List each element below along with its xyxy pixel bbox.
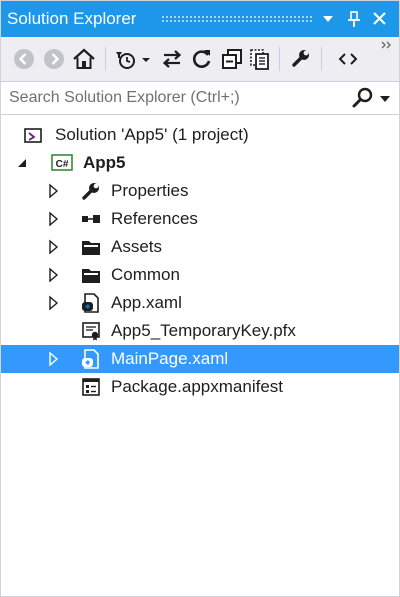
csharp-project-icon: C# [51, 153, 73, 173]
refresh-button[interactable] [189, 46, 215, 72]
dropdown-arrow-icon [142, 58, 150, 62]
dropdown-arrow-icon [323, 16, 333, 22]
tree-item-temporary-key[interactable]: App5_TemporaryKey.pfx [1, 317, 399, 345]
collapse-all-button[interactable] [219, 46, 245, 72]
item-label: Package.appxmanifest [111, 377, 283, 396]
certificate-icon [81, 321, 101, 341]
collapsed-arrow-icon[interactable] [47, 211, 61, 227]
home-button[interactable] [71, 46, 97, 72]
manifest-icon [81, 377, 101, 397]
forward-button[interactable] [41, 46, 67, 72]
wrench-icon [81, 181, 101, 201]
search-icon [352, 87, 373, 108]
overflow-chevron-icon [381, 41, 391, 49]
toolbar-separator [321, 47, 322, 71]
close-icon [373, 12, 386, 25]
show-all-files-button[interactable] [247, 46, 273, 72]
toolbar-separator [105, 47, 106, 71]
pin-icon [348, 11, 360, 27]
show-all-files-icon [250, 49, 269, 70]
drag-grip[interactable] [161, 15, 313, 23]
forward-arrow-icon [44, 49, 64, 69]
xaml-file-icon [81, 349, 101, 369]
properties-wrench-icon [292, 50, 309, 67]
tree-item-references[interactable]: References [1, 205, 399, 233]
toolbar-overflow-button[interactable] [379, 39, 393, 65]
window-position-dropdown-button[interactable] [317, 7, 339, 31]
collapsed-arrow-icon[interactable] [47, 351, 61, 367]
search-button[interactable] [351, 86, 375, 110]
collapsed-arrow-icon[interactable] [47, 267, 61, 283]
auto-hide-pin-button[interactable] [343, 7, 365, 31]
clock-filter-icon [116, 52, 135, 69]
toolbar [1, 37, 399, 81]
search-bar [1, 81, 399, 115]
item-label: Properties [111, 181, 189, 200]
collapsed-arrow-icon[interactable] [47, 239, 61, 255]
tree-item-solution[interactable]: Solution 'App5' (1 project) [1, 121, 399, 149]
item-label: App.xaml [111, 293, 182, 312]
close-button[interactable] [369, 7, 391, 31]
xaml-file-icon [81, 293, 101, 313]
home-icon [73, 48, 95, 69]
references-icon [81, 209, 101, 229]
solution-label: Solution 'App5' (1 project) [55, 125, 249, 144]
tree-item-assets[interactable]: Assets [1, 233, 399, 261]
dropdown-arrow-icon [380, 96, 390, 102]
svg-text:C#: C# [56, 159, 69, 170]
tree-item-mainpage-xaml[interactable]: MainPage.xaml [1, 345, 399, 373]
toolbar-separator [279, 47, 280, 71]
title-bar: Solution Explorer [1, 1, 399, 37]
code-brackets-icon [338, 53, 358, 65]
tree-item-app-xaml[interactable]: App.xaml [1, 289, 399, 317]
tree-item-package-manifest[interactable]: Package.appxmanifest [1, 373, 399, 401]
pending-changes-filter-button[interactable] [113, 46, 139, 72]
item-label: App5_TemporaryKey.pfx [111, 321, 296, 340]
filter-dropdown-button[interactable] [139, 46, 153, 72]
back-button[interactable] [11, 46, 37, 72]
back-arrow-icon [14, 49, 34, 69]
collapse-all-icon [222, 49, 242, 69]
folder-icon [81, 237, 101, 257]
properties-button[interactable] [287, 46, 313, 72]
item-label: References [111, 209, 198, 228]
sync-with-active-document-button[interactable] [159, 46, 185, 72]
item-label: Common [111, 265, 180, 284]
item-label: Assets [111, 237, 163, 256]
expanded-arrow-icon[interactable] [15, 155, 29, 171]
refresh-icon [193, 50, 211, 68]
solution-explorer-panel: Solution Explorer Search Solution Explor… [0, 0, 400, 597]
sync-arrows-icon [162, 50, 182, 68]
collapsed-arrow-icon[interactable] [47, 295, 61, 311]
panel-title: Solution Explorer [7, 9, 137, 28]
tree-item-project[interactable]: C# App5 [1, 149, 399, 177]
collapsed-arrow-icon[interactable] [47, 183, 61, 199]
solution-icon [23, 125, 43, 145]
project-label: App5 [83, 153, 126, 172]
search-input[interactable] [1, 82, 341, 114]
folder-icon [81, 265, 101, 285]
search-options-dropdown[interactable] [379, 92, 391, 104]
view-code-button[interactable] [335, 46, 361, 72]
tree-item-properties[interactable]: Properties [1, 177, 399, 205]
tree-item-common[interactable]: Common [1, 261, 399, 289]
item-label: MainPage.xaml [111, 349, 229, 368]
